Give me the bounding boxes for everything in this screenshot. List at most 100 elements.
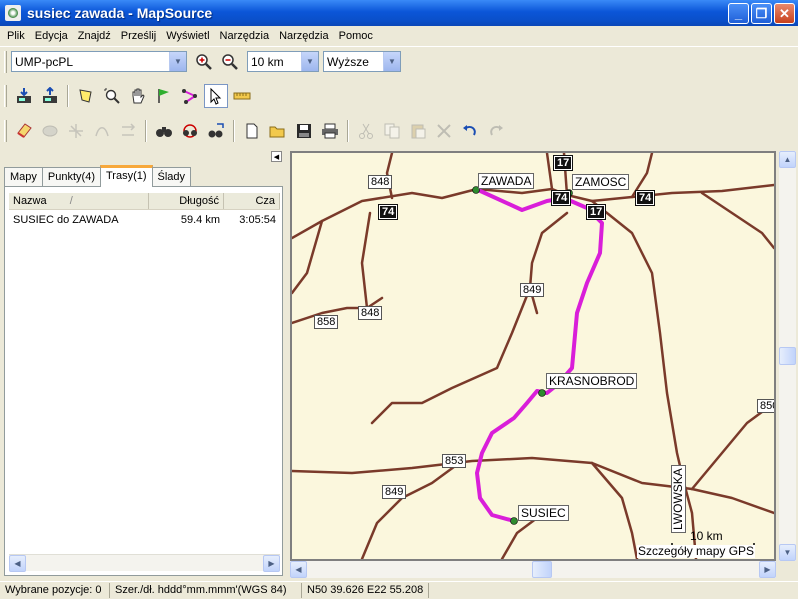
zoom-out-icon	[222, 53, 238, 70]
receive-from-device-icon	[17, 88, 31, 103]
tab-mapy[interactable]: Mapy	[4, 167, 43, 187]
zoom-in-button[interactable]	[192, 50, 216, 74]
map-vertical-scrollbar[interactable]: ▲ ▼	[779, 151, 796, 561]
scale-label: 10 km	[690, 529, 723, 543]
column-header-czas[interactable]: Cza	[224, 193, 280, 209]
road-shield: 17	[585, 204, 607, 220]
map-tool-button[interactable]	[74, 84, 98, 108]
send-to-device-button[interactable]	[38, 84, 62, 108]
join-tool-button[interactable]	[90, 119, 114, 143]
menu-edycja[interactable]: Edycja	[30, 30, 73, 42]
toolbar-grip[interactable]	[4, 120, 7, 142]
pointer-icon	[210, 87, 222, 105]
find-nearby-button[interactable]	[178, 119, 202, 143]
tab-trasy[interactable]: Trasy(1)	[99, 165, 153, 187]
minimize-button[interactable]: _	[728, 3, 749, 24]
ruler-icon	[233, 92, 251, 100]
route-icon	[182, 89, 198, 104]
scroll-down-icon[interactable]: ▼	[779, 544, 796, 561]
panel-tabs: Mapy Punkty(4) Trasy(1) Ślady	[4, 165, 192, 187]
column-header-nazwa[interactable]: Nazwa /	[9, 193, 149, 209]
road-shield: 850	[757, 399, 774, 413]
tab-punkty[interactable]: Punkty(4)	[41, 167, 101, 187]
undo-button[interactable]	[458, 119, 482, 143]
place-label-zawada[interactable]: ZAWADA	[478, 173, 535, 189]
place-label-susiec[interactable]: SUSIEC	[518, 505, 569, 521]
menu-wyswietl[interactable]: Wyświetl	[161, 30, 214, 42]
tab-slady[interactable]: Ślady	[151, 167, 192, 187]
list-horizontal-scrollbar[interactable]: ◀ ▶	[9, 554, 280, 572]
menu-pomoc[interactable]: Pomoc	[334, 30, 378, 42]
collapse-panel-icon[interactable]: ◀	[271, 151, 282, 162]
new-button[interactable]	[240, 119, 264, 143]
toolbar-grip[interactable]	[4, 85, 7, 107]
waypoint-tool-button[interactable]	[152, 84, 176, 108]
shape-tool-button[interactable]	[38, 119, 62, 143]
edit-toolbar	[0, 114, 798, 148]
scroll-left-icon[interactable]: ◀	[290, 561, 307, 578]
reverse-tool-button[interactable]	[116, 119, 140, 143]
map-horizontal-scrollbar[interactable]: ◀ ▶	[290, 561, 776, 578]
zoom-out-button[interactable]	[218, 50, 242, 74]
mapsource-app-icon[interactable]	[5, 5, 21, 21]
paste-button[interactable]	[406, 119, 430, 143]
scroll-right-icon[interactable]: ▶	[263, 555, 280, 572]
route-time: 3:05:54	[239, 214, 276, 226]
find-places-button[interactable]	[204, 119, 228, 143]
menu-znajdz[interactable]: Znajdź	[73, 30, 116, 42]
road-shield: 74	[377, 204, 399, 220]
map-detail-label: Szczegóły mapy GPS	[637, 544, 756, 558]
send-to-device-icon	[43, 87, 57, 103]
horizontal-scroll-thumb[interactable]	[532, 561, 552, 578]
road-shield: 858	[314, 315, 339, 329]
cut-button[interactable]	[354, 119, 378, 143]
divide-tool-button[interactable]	[64, 119, 88, 143]
map-canvas[interactable]: 848 74 74 74 17 17 849 858 848 853 849 8…	[290, 151, 776, 561]
scroll-left-icon[interactable]: ◀	[9, 555, 26, 572]
status-coordinate-format: Szer./dł. hddd°mm.mmm'(WGS 84)	[110, 583, 302, 598]
redo-button[interactable]	[484, 119, 508, 143]
menu-narzedzia-1[interactable]: Narzędzia	[215, 30, 275, 42]
hand-tool-button[interactable]	[126, 84, 150, 108]
eraser-icon	[17, 123, 32, 138]
column-header-dlugosc[interactable]: Długość	[149, 193, 224, 209]
receive-from-device-button[interactable]	[12, 84, 36, 108]
list-item[interactable]: SUSIEC do ZAWADA 59.4 km 3:05:54	[9, 213, 280, 229]
save-button[interactable]	[292, 119, 316, 143]
maximize-button[interactable]: ❐	[751, 3, 772, 24]
toolbar-grip[interactable]	[4, 50, 7, 73]
place-label-zamosc[interactable]: ZAMOSC	[572, 174, 630, 190]
delete-button[interactable]	[432, 119, 456, 143]
status-cursor-coordinates: N50 39.626 E22 55.208	[302, 583, 430, 598]
find-nearby-icon	[183, 124, 197, 138]
route-tool-button[interactable]	[178, 84, 202, 108]
measure-tool-button[interactable]	[230, 84, 254, 108]
print-button[interactable]	[318, 119, 342, 143]
menu-narzedzia-2[interactable]: Narzędzia	[274, 30, 334, 42]
shape-icon	[42, 125, 58, 137]
hand-icon	[132, 88, 145, 104]
scroll-up-icon[interactable]: ▲	[779, 151, 796, 168]
chevron-down-icon[interactable]: ▼	[301, 52, 318, 71]
route-length: 59.4 km	[180, 214, 220, 226]
copy-icon	[384, 123, 400, 139]
place-label-krasnobrod[interactable]: KRASNOBROD	[546, 373, 638, 389]
menu-plik[interactable]: Plik	[2, 30, 30, 42]
chevron-down-icon[interactable]: ▼	[169, 52, 186, 71]
redo-icon	[490, 125, 503, 136]
zoom-tool-button[interactable]	[100, 84, 124, 108]
map-product-select[interactable]: UMP-pcPL ▼	[11, 51, 187, 72]
scroll-right-icon[interactable]: ▶	[759, 561, 776, 578]
close-button[interactable]: ✕	[774, 3, 795, 24]
detail-level-select[interactable]: Wyższe ▼	[323, 51, 401, 72]
open-button[interactable]	[266, 119, 290, 143]
copy-button[interactable]	[380, 119, 404, 143]
menu-przeslij[interactable]: Prześlij	[116, 30, 161, 42]
selection-tool-button[interactable]	[204, 84, 228, 108]
shield-tool-button[interactable]	[12, 119, 36, 143]
chevron-down-icon[interactable]: ▼	[383, 52, 400, 71]
find-button[interactable]	[152, 119, 176, 143]
scissors-icon	[359, 123, 373, 139]
vertical-scroll-thumb[interactable]	[779, 347, 796, 365]
zoom-scale-select[interactable]: 10 km ▼	[247, 51, 319, 72]
